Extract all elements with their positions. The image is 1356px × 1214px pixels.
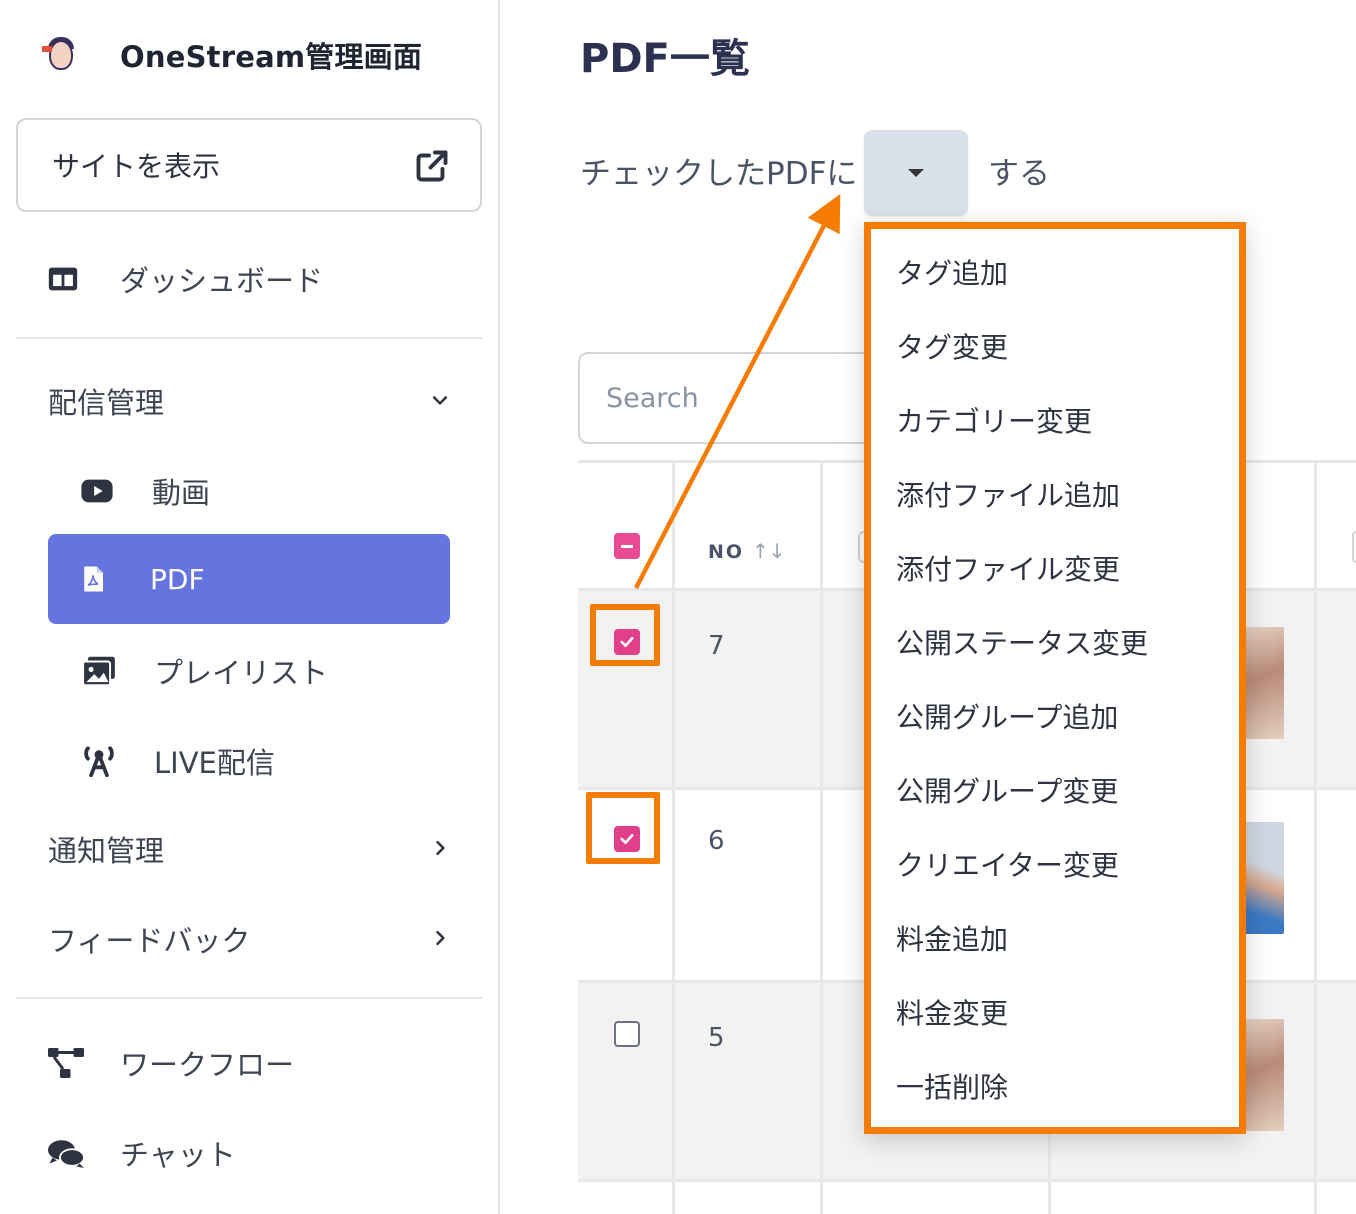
search-placeholder: Search (606, 382, 699, 414)
table-row[interactable] (578, 1182, 1356, 1214)
menu-item-add-price[interactable]: 料金追加 (896, 918, 1008, 958)
divider (16, 337, 482, 339)
playlist-icon (82, 656, 115, 687)
sidebar-section-notification[interactable]: 通知管理 (48, 828, 164, 870)
sidebar-item-video[interactable]: 動画 (80, 470, 210, 512)
row-checkbox[interactable] (614, 1021, 640, 1047)
caret-down-icon (908, 169, 924, 177)
sort-icon[interactable]: ↑↓ (752, 539, 786, 563)
sidebar-item-label: プレイリスト (154, 656, 329, 690)
select-all-checkbox[interactable] (614, 533, 640, 559)
sidebar-section-feedback[interactable]: フィードバック (48, 918, 250, 960)
workflow-icon (48, 1048, 84, 1078)
sidebar-item-dashboard[interactable]: ダッシュボード (46, 258, 323, 300)
chevron-down-icon (432, 396, 448, 405)
sidebar-item-label: チャット (120, 1138, 236, 1172)
row-divider (578, 1179, 1356, 1182)
menu-item-bulk-delete[interactable]: 一括削除 (896, 1066, 1008, 1106)
sidebar-item-label: PDF (150, 562, 205, 596)
app-title: OneStream管理画面 (120, 40, 423, 74)
column-divider (1314, 463, 1317, 1214)
sidebar-section-label: 通知管理 (48, 834, 165, 868)
page-title: PDF一覧 (580, 36, 750, 82)
chevron-right-icon (436, 840, 445, 856)
external-link-icon (416, 150, 448, 182)
sidebar-item-playlist[interactable]: プレイリスト (80, 650, 328, 692)
live-icon (84, 746, 114, 778)
brand-logo-icon (40, 34, 82, 76)
column-header-no[interactable]: NO (708, 541, 744, 563)
view-site-button[interactable]: サイトを表示 (16, 118, 482, 212)
menu-item-add-publish-group[interactable]: 公開グループ追加 (896, 696, 1118, 736)
bulk-action-prefix: チェックしたPDFに (580, 156, 858, 192)
sidebar-item-live[interactable]: LIVE配信 (80, 740, 275, 782)
menu-item-change-category[interactable]: カテゴリー変更 (896, 400, 1092, 440)
menu-item-change-attachment[interactable]: 添付ファイル変更 (896, 548, 1120, 588)
bulk-action-select[interactable] (864, 130, 968, 216)
menu-item-change-publish-group[interactable]: 公開グループ変更 (896, 770, 1118, 810)
pdf-icon (84, 566, 103, 592)
divider (16, 997, 482, 999)
filter-input[interactable] (1352, 531, 1356, 563)
menu-item-change-creator[interactable]: クリエイター変更 (896, 844, 1119, 884)
highlight-box (590, 604, 660, 666)
cell-no: 5 (708, 1023, 725, 1053)
chat-icon (48, 1140, 85, 1168)
sidebar-item-label: LIVE配信 (154, 746, 275, 780)
menu-item-add-attachment[interactable]: 添付ファイル追加 (896, 474, 1120, 514)
cell-no: 7 (708, 631, 725, 661)
sidebar: OneStream管理画面 サイトを表示 ダッシュボード 配信管理 動画 PDF (0, 0, 500, 1214)
sidebar-item-label: 動画 (152, 476, 211, 510)
highlight-box (586, 792, 660, 864)
youtube-icon (81, 479, 113, 503)
menu-item-change-publish-status[interactable]: 公開ステータス変更 (896, 622, 1148, 662)
column-divider (820, 463, 823, 1214)
menu-item-change-tag[interactable]: タグ変更 (896, 326, 1008, 366)
sidebar-section-label: 配信管理 (48, 386, 165, 420)
column-divider (672, 463, 675, 1214)
sidebar-item-pdf[interactable]: PDF (48, 534, 450, 624)
view-site-label: サイトを表示 (52, 150, 221, 183)
sidebar-item-workflow[interactable]: ワークフロー (46, 1042, 294, 1084)
sidebar-section-delivery[interactable]: 配信管理 (48, 380, 164, 422)
menu-item-add-tag[interactable]: タグ追加 (896, 252, 1008, 292)
chevron-right-icon (436, 930, 445, 946)
dashboard-icon (48, 267, 78, 291)
brand[interactable]: OneStream管理画面 (40, 30, 422, 80)
sidebar-item-label: ワークフロー (120, 1048, 295, 1082)
menu-item-change-price[interactable]: 料金変更 (896, 992, 1008, 1032)
sidebar-section-label: フィードバック (48, 924, 251, 958)
cell-no: 6 (708, 826, 725, 856)
bulk-action-suffix: する (988, 156, 1050, 192)
sidebar-item-label: ダッシュボード (120, 264, 324, 298)
sidebar-item-chat[interactable]: チャット (46, 1132, 236, 1174)
